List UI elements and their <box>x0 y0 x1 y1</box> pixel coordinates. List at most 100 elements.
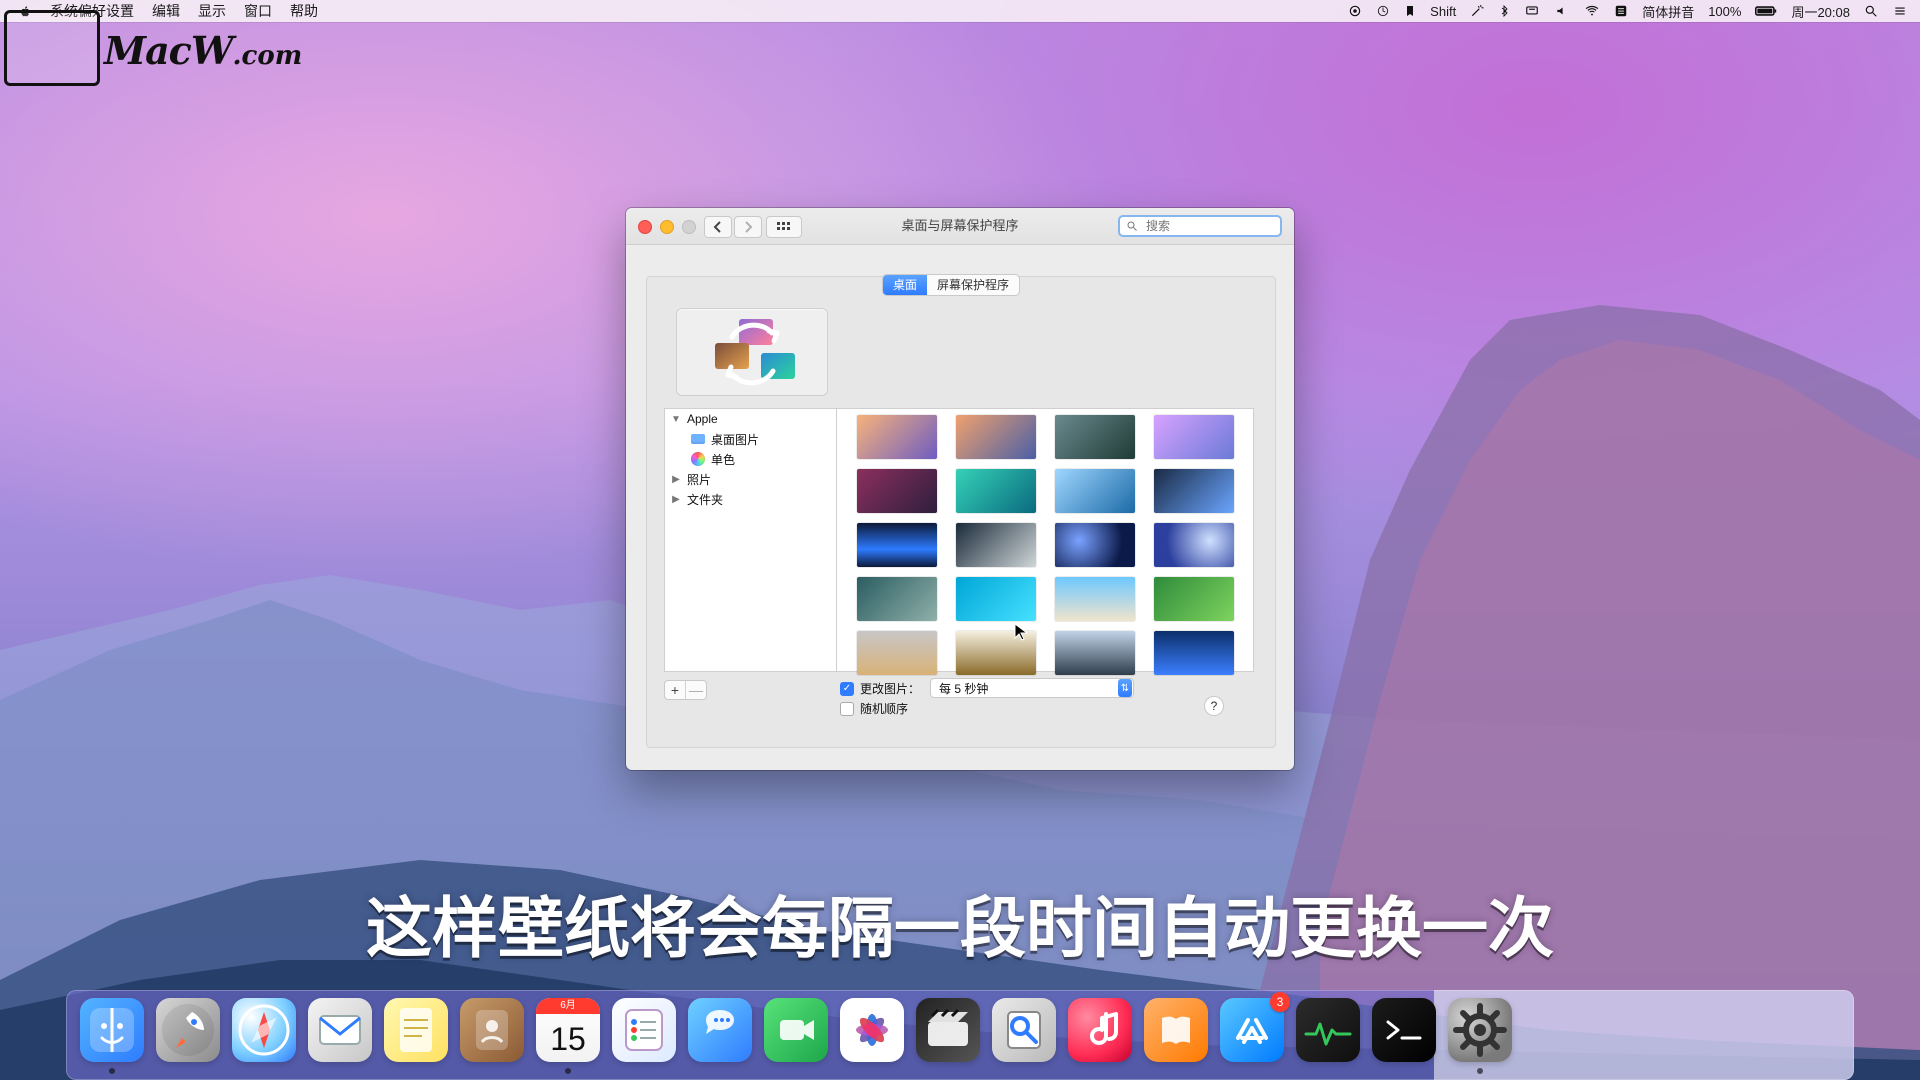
change-picture-control: ✓ 更改图片： <box>840 680 920 697</box>
source-photos[interactable]: ▶ 照片 <box>665 469 837 489</box>
source-desktop-pictures[interactable]: 桌面图片 <box>665 429 837 449</box>
random-order-label: 随机顺序 <box>860 702 909 716</box>
dock-notes[interactable] <box>384 998 448 1062</box>
watermark-logo-main: MacW <box>104 28 233 73</box>
input-grid-icon[interactable] <box>1614 4 1628 18</box>
watermark-logo-text: MacW.com <box>104 28 302 73</box>
dock-books[interactable] <box>1144 998 1208 1062</box>
wallpaper-thumbnail[interactable] <box>1055 577 1135 621</box>
input-method[interactable]: 简体拼音 <box>1642 2 1694 21</box>
search-icon[interactable] <box>1864 4 1878 18</box>
battery-icon[interactable] <box>1755 4 1777 18</box>
shuffle-preview-icon <box>715 319 795 386</box>
disclosure-right-icon[interactable]: ▶ <box>671 474 681 485</box>
wallpaper-thumbnail[interactable] <box>1055 523 1135 567</box>
wallpaper-thumbnail[interactable] <box>1154 523 1234 567</box>
mouse-cursor-icon <box>1014 623 1028 641</box>
wallpaper-thumbnail[interactable] <box>956 415 1036 459</box>
dock-finalcut[interactable] <box>916 998 980 1062</box>
mail-icon <box>319 1015 361 1045</box>
wallpaper-thumbnail[interactable] <box>1055 469 1135 513</box>
source-folders[interactable]: ▶ 文件夹 <box>665 489 837 509</box>
source-photos-label: 照片 <box>687 472 712 487</box>
facetime-icon <box>780 1020 814 1040</box>
volume-icon[interactable] <box>1554 4 1570 18</box>
wallpaper-thumbnail[interactable] <box>1154 469 1234 513</box>
search-icon <box>1127 221 1137 231</box>
source-list: ▼ Apple 桌面图片 单色 ▶ 照片 ▶ 文件夹 <box>664 408 837 672</box>
wallpaper-thumbnail[interactable] <box>857 631 937 675</box>
source-desktop-pictures-label: 桌面图片 <box>711 432 760 447</box>
menu-icon[interactable] <box>1892 4 1908 18</box>
add-button[interactable]: + <box>665 681 685 699</box>
dock-activity[interactable] <box>1296 998 1360 1062</box>
dock-terminal[interactable] <box>1372 998 1436 1062</box>
gear-icon <box>1453 1003 1507 1057</box>
dock-safari[interactable] <box>232 998 296 1062</box>
wallpaper-thumbnail[interactable] <box>956 523 1036 567</box>
dock-messages[interactable] <box>688 998 752 1062</box>
interval-popup[interactable]: 每 5 秒钟 ⇅ <box>930 678 1134 698</box>
clock[interactable]: 周一20:08 <box>1791 2 1850 21</box>
pin-icon[interactable] <box>1376 4 1390 18</box>
desktop-controls: + — ✓ 更改图片： 每 5 秒钟 ⇅ 随机顺序 ? <box>664 678 1224 738</box>
wallpaper-thumbnail[interactable] <box>1154 631 1234 675</box>
display-icon[interactable] <box>1524 4 1540 18</box>
wallpaper-thumbnail[interactable] <box>857 415 937 459</box>
magic-icon[interactable] <box>1470 4 1484 18</box>
wallpaper-preview <box>676 308 828 396</box>
dock-finder[interactable] <box>80 998 144 1074</box>
help-button[interactable]: ? <box>1204 696 1224 716</box>
dock-photos[interactable] <box>840 998 904 1062</box>
wallpaper-thumbnail[interactable] <box>857 577 937 621</box>
wallpaper-thumbnail[interactable] <box>956 577 1036 621</box>
dock-contacts[interactable] <box>460 998 524 1062</box>
dock-launchpad[interactable] <box>156 998 220 1062</box>
wallpaper-thumbnail[interactable] <box>1055 415 1135 459</box>
disclosure-right-icon[interactable]: ▶ <box>671 494 681 505</box>
running-indicator <box>565 1068 571 1074</box>
wallpaper-thumbnail[interactable] <box>857 469 937 513</box>
dock-preview[interactable] <box>992 998 1056 1062</box>
notes-icon <box>400 1008 432 1052</box>
wallpaper-thumbnail[interactable] <box>857 523 937 567</box>
source-apple[interactable]: ▼ Apple <box>665 409 837 429</box>
random-order-control: 随机顺序 <box>840 700 908 717</box>
change-picture-checkbox[interactable]: ✓ <box>840 681 854 696</box>
wifi-icon[interactable] <box>1584 4 1600 18</box>
bookmark-icon[interactable] <box>1404 4 1416 18</box>
bluetooth-icon[interactable] <box>1498 4 1510 18</box>
dock-facetime[interactable] <box>764 998 828 1062</box>
source-solid-colors-label: 单色 <box>711 452 736 467</box>
search-field[interactable] <box>1118 215 1282 237</box>
dock-reminders[interactable] <box>612 998 676 1062</box>
dock-appstore[interactable]: 3 <box>1220 992 1290 1062</box>
tab-screensaver[interactable]: 屏幕保护程序 <box>927 275 1019 295</box>
menu-bar-right: Shift 简体拼音 100% 周一20:08 <box>1348 0 1908 22</box>
dock-calendar[interactable]: 6月 15 <box>536 998 600 1074</box>
source-tree: ▼ Apple 桌面图片 单色 ▶ 照片 ▶ 文件夹 <box>665 409 837 509</box>
wallpaper-thumbnail[interactable] <box>1154 577 1234 621</box>
record-icon[interactable] <box>1348 4 1362 18</box>
terminal-icon <box>1386 1020 1422 1040</box>
source-solid-colors[interactable]: 单色 <box>665 449 837 469</box>
music-icon <box>1090 1012 1118 1045</box>
tab-desktop[interactable]: 桌面 <box>883 275 928 295</box>
dock-music[interactable] <box>1068 998 1132 1062</box>
search-input[interactable] <box>1144 218 1268 234</box>
add-remove-buttons: + — <box>664 680 707 700</box>
remove-button[interactable]: — <box>685 681 706 699</box>
wallpaper-thumbnail[interactable] <box>956 469 1036 513</box>
watermark-logo-suffix: .com <box>232 41 303 71</box>
random-order-checkbox[interactable] <box>840 701 854 716</box>
dock-mail[interactable] <box>308 998 372 1062</box>
video-subtitle: 这样壁纸将会每隔一段时间自动更换一次 <box>366 890 1554 967</box>
activity-icon <box>1304 1022 1352 1046</box>
dock-system-preferences[interactable] <box>1448 998 1512 1074</box>
disclosure-down-icon[interactable]: ▼ <box>671 414 681 425</box>
wallpaper-thumbnail[interactable] <box>1055 631 1135 675</box>
menu-help[interactable]: 帮助 <box>290 0 318 22</box>
wallpaper-thumbnail[interactable] <box>1154 415 1234 459</box>
books-icon <box>1162 1016 1190 1044</box>
rocket-icon <box>162 1004 214 1056</box>
